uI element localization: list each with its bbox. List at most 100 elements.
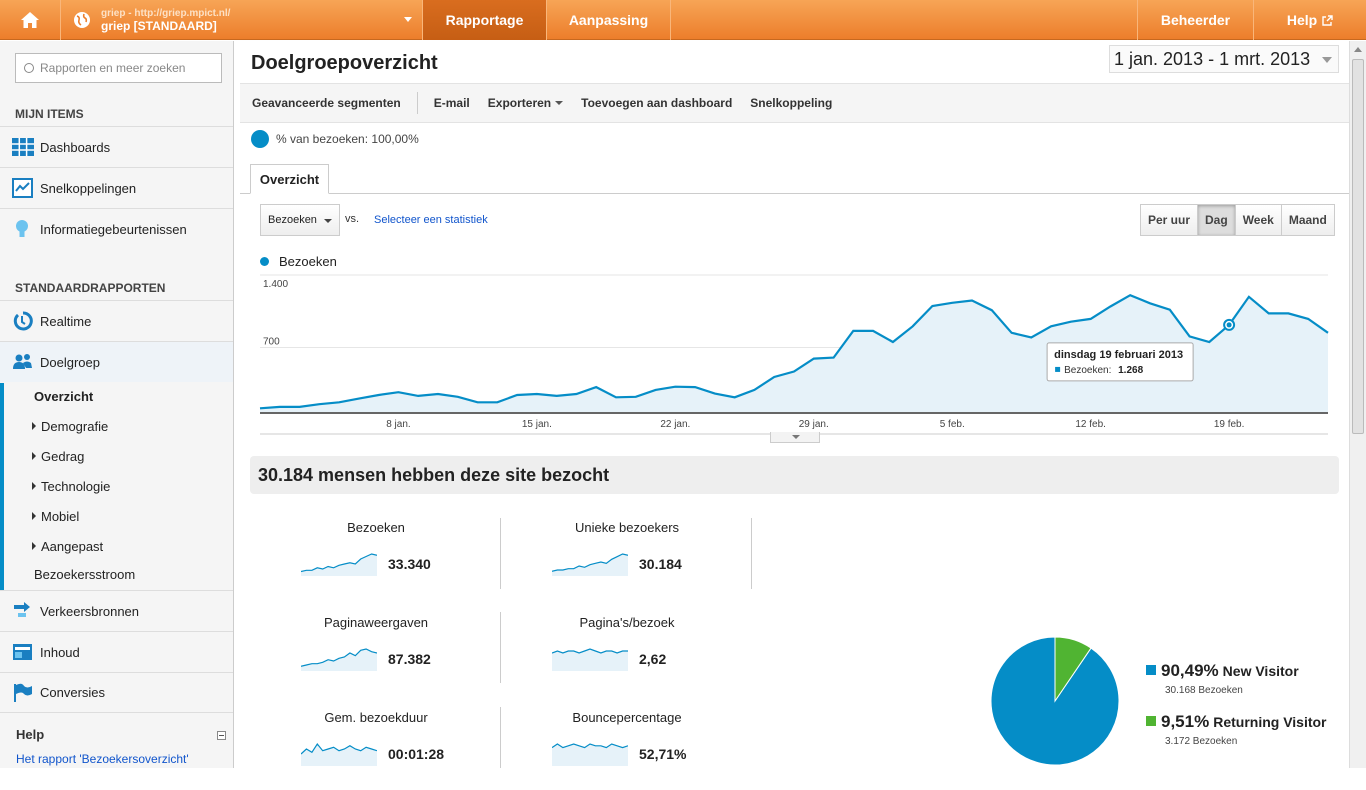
email-button[interactable]: E-mail (434, 96, 470, 110)
metric-tile[interactable]: Pagina's/bezoek 2,62 (502, 615, 752, 695)
home-button[interactable] (0, 0, 61, 40)
chevron-down-icon (1322, 57, 1332, 63)
sidebar-item-snelkoppelingen[interactable]: Snelkoppelingen (0, 167, 233, 208)
summary-title: 30.184 mensen hebben deze site bezocht (250, 456, 1339, 494)
period-month-button[interactable]: Maand (1281, 205, 1334, 235)
metric-select[interactable]: Bezoeken (260, 204, 340, 236)
hovered-data-point-core (1226, 322, 1232, 328)
my-items-title: MIJN ITEMS (15, 107, 84, 121)
metric-title: Bouncepercentage (572, 710, 682, 725)
chart-collapse-handle[interactable] (770, 432, 820, 443)
sidebar-sub-bezoekersstroom[interactable]: Bezoekersstroom (34, 567, 135, 582)
sidebar-item-dashboards[interactable]: Dashboards (0, 126, 233, 167)
realtime-clock-icon (13, 311, 33, 331)
sidebar-item-realtime[interactable]: Realtime (0, 300, 233, 341)
scrollbar-thumb[interactable] (1352, 59, 1364, 434)
sidebar-item-verkeersbronnen[interactable]: Verkeersbronnen (0, 590, 233, 631)
sidebar-sub-demografie[interactable]: Demografie (32, 419, 108, 434)
x-tick-label: 19 feb. (1214, 419, 1245, 430)
legend-swatch (1146, 716, 1156, 726)
expand-arrow-icon (32, 482, 36, 490)
sidebar-sub-label: Gedrag (41, 449, 85, 464)
pie-pct: 90,49% (1161, 661, 1219, 680)
metric-tile[interactable]: Bouncepercentage 52,71% (502, 710, 752, 790)
vs-label: vs. (345, 213, 360, 225)
metric-tile[interactable]: Bezoeken 33.340 (251, 520, 501, 600)
home-icon (21, 12, 39, 28)
y-tick-label: 700 (263, 337, 280, 348)
metric-tile[interactable]: Paginaweergaven 87.382 (251, 615, 501, 695)
period-hourly-button[interactable]: Per uur (1141, 205, 1199, 235)
tab-overzicht[interactable]: Overzicht (250, 164, 329, 194)
help-section-title: Help (16, 727, 45, 742)
expand-arrow-icon (32, 512, 36, 520)
segment-pie-icon (251, 130, 269, 148)
chevron-down-icon (324, 219, 332, 223)
tab-aanpassing[interactable]: Aanpassing (547, 0, 671, 40)
sidebar-item-informatiegebeurtenissen[interactable]: Informatiegebeurtenissen (0, 208, 233, 249)
sidebar-sub-technologie[interactable]: Technologie (32, 479, 111, 494)
pie-count: 3.172 Bezoeken (1165, 736, 1238, 747)
sidebar-item-label: Realtime (40, 313, 92, 329)
content-page-icon (13, 644, 32, 660)
sidebar-sub-mobiel[interactable]: Mobiel (32, 509, 79, 524)
shortcut-button[interactable]: Snelkoppeling (750, 96, 832, 110)
metric-select-value: Bezoeken (268, 214, 317, 226)
toolbar-divider (416, 92, 418, 114)
page-scrollbar[interactable] (1349, 41, 1366, 768)
report-search-input[interactable]: Rapporten en meer zoeken (15, 53, 222, 83)
legend-swatch (260, 257, 269, 266)
tooltip-date: dinsdag 19 februari 2013 (1054, 349, 1183, 361)
advanced-segments-button[interactable]: Geavanceerde segmenten (252, 96, 401, 110)
metric-tile[interactable]: Gem. bezoekduur 00:01:28 (251, 710, 501, 790)
metric-divider (500, 518, 501, 589)
expand-arrow-icon (32, 452, 36, 460)
metric-value: 00:01:28 (388, 746, 445, 762)
chart-tooltip: dinsdag 19 februari 2013 Bezoeken: 1.268 (1046, 342, 1194, 382)
sidebar-item-label: Informatiegebeurtenissen (40, 221, 187, 237)
sidebar-sub-gedrag[interactable]: Gedrag (32, 449, 85, 464)
metric-sparkline (301, 648, 377, 671)
audience-people-icon (13, 354, 32, 369)
account-selector[interactable]: griep - http://griep.mpict.nl/ griep [ST… (61, 0, 423, 40)
sidebar-sub-label: Technologie (41, 479, 111, 494)
expand-arrow-icon (32, 422, 36, 430)
sidebar-sub-overzicht[interactable]: Overzicht (34, 389, 93, 404)
metric-title: Paginaweergaven (323, 615, 429, 630)
main-content: Doelgroepoverzicht 1 jan. 2013 - 1 mrt. … (235, 41, 1349, 768)
metric-title: Bezoeken (347, 520, 405, 535)
date-range-picker[interactable]: 1 jan. 2013 - 1 mrt. 2013 (1109, 45, 1339, 73)
tab-rapportage[interactable]: Rapportage (423, 0, 547, 40)
admin-link[interactable]: Beheerder (1137, 0, 1254, 40)
sidebar-item-label: Inhoud (40, 644, 80, 660)
sidebar-sub-aangepast[interactable]: Aangepast (32, 539, 103, 554)
select-statistic-link[interactable]: Selecteer een statistiek (374, 214, 488, 226)
segment-indicator: % van bezoeken: 100,00% (251, 130, 419, 148)
sidebar-item-inhoud[interactable]: Inhoud (0, 631, 233, 672)
metric-value: 30.184 (639, 556, 682, 572)
search-icon (24, 63, 34, 73)
help-link[interactable]: Help (1254, 0, 1366, 40)
scroll-up-arrow-icon[interactable] (1354, 47, 1362, 52)
collapse-icon[interactable] (217, 731, 226, 740)
metric-tile[interactable]: Unieke bezoekers 30.184 (502, 520, 752, 600)
lightbulb-icon (16, 220, 28, 237)
metric-value: 87.382 (388, 651, 431, 667)
traffic-arrows-icon (14, 602, 30, 617)
visitor-type-pie-chart (990, 636, 1120, 766)
add-to-dashboard-button[interactable]: Toevoegen aan dashboard (581, 96, 732, 110)
period-day-button[interactable]: Dag (1198, 205, 1236, 235)
sidebar: Rapporten en meer zoeken MIJN ITEMS Dash… (0, 41, 234, 768)
top-navigation-bar: griep - http://griep.mpict.nl/ griep [ST… (0, 0, 1366, 40)
expand-arrow-icon (32, 542, 36, 550)
sidebar-item-label: Doelgroep (40, 354, 100, 370)
export-button[interactable]: Exporteren (488, 96, 564, 110)
sidebar-item-label: Verkeersbronnen (40, 603, 140, 619)
sidebar-item-doelgroep[interactable]: Doelgroep (0, 341, 233, 382)
metric-sparkline (552, 553, 628, 576)
sidebar-item-conversies[interactable]: Conversies (0, 672, 233, 713)
period-week-button[interactable]: Week (1235, 205, 1282, 235)
help-report-link[interactable]: Het rapport 'Bezoekersoverzicht' (16, 752, 189, 766)
standard-reports-title: STANDAARDRAPPORTEN (15, 281, 166, 295)
pie-legend-new: 90,49% New Visitor 30.168 Bezoeken (1146, 661, 1299, 696)
